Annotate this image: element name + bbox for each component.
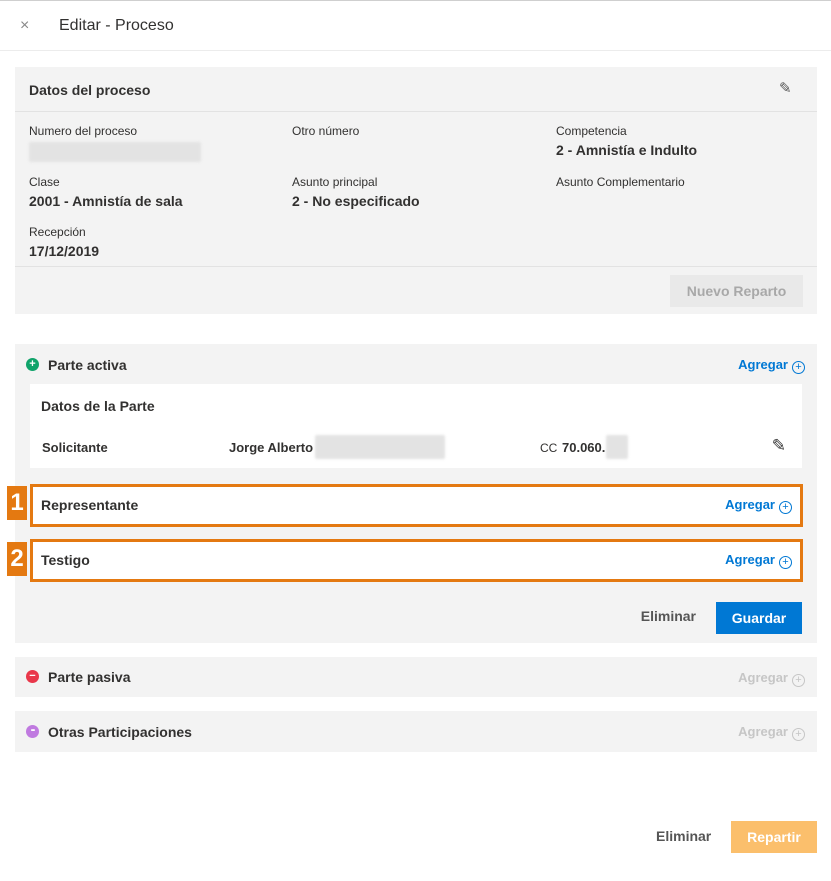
doc-number-redacted — [606, 435, 628, 459]
parte-pasiva-title: Parte pasiva — [48, 669, 131, 685]
otras-participaciones-title: Otras Participaciones — [48, 724, 192, 740]
close-icon[interactable]: × — [20, 15, 38, 37]
clase-value: 2001 - Amnistía de sala — [29, 193, 183, 209]
agregar-parte-pasiva-button[interactable]: Agregar + — [738, 670, 805, 687]
recepcion-label: Recepción — [29, 225, 86, 239]
dialog-header: × Editar - Proceso — [0, 0, 831, 51]
doc-type: CC — [540, 441, 558, 455]
edit-pencil-icon[interactable]: ✎ — [779, 79, 797, 97]
parte-nombre: Jorge Alberto — [229, 440, 314, 455]
testigo-label: Testigo — [41, 552, 90, 568]
eliminar-parte-button[interactable]: Eliminar — [641, 608, 696, 624]
clase-field: Clase 2001 - Amnistía de sala — [29, 175, 183, 209]
dialog-title: Editar - Proceso — [59, 17, 174, 34]
minus-circle-icon: − — [26, 670, 39, 683]
clase-label: Clase — [29, 175, 60, 189]
agregar-otras-button[interactable]: Agregar + — [738, 724, 805, 741]
numero-proceso-redacted — [29, 142, 201, 162]
testigo-row: Testigo Agregar + — [30, 539, 803, 582]
datos-proceso-title: Datos del proceso — [29, 82, 151, 98]
datos-parte-card: Datos de la Parte Solicitante Jorge Albe… — [30, 384, 802, 468]
competencia-label: Competencia — [556, 124, 627, 138]
recepcion-value: 17/12/2019 — [29, 243, 100, 259]
annotation-badge-1: 1 — [7, 486, 27, 520]
guardar-button[interactable]: Guardar — [716, 602, 802, 634]
add-circle-icon: + — [792, 361, 805, 374]
more-circle-icon: ••• — [26, 725, 39, 738]
asunto-principal-value: 2 - No especificado — [292, 193, 420, 209]
competencia-value: 2 - Amnistía e Indulto — [556, 142, 698, 158]
asunto-principal-label: Asunto principal — [292, 175, 378, 189]
datos-proceso-grid: Numero del proceso Otro número Competenc… — [15, 112, 817, 267]
add-circle-icon: + — [792, 674, 805, 687]
otras-participaciones-panel[interactable]: ••• Otras Participaciones Agregar + — [15, 711, 817, 752]
agregar-representante-button[interactable]: Agregar + — [725, 497, 792, 514]
asunto-principal-field: Asunto principal 2 - No especificado — [292, 175, 420, 209]
annotation-badge-2: 2 — [7, 542, 27, 576]
agregar-label: Agregar — [725, 497, 775, 512]
agregar-parte-activa-button[interactable]: Agregar + — [738, 357, 805, 374]
recepcion-field: Recepción 17/12/2019 — [29, 225, 99, 259]
representante-row: Representante Agregar + — [30, 484, 803, 527]
eliminar-button[interactable]: Eliminar — [656, 828, 711, 844]
parte-pasiva-header: − Parte pasiva Agregar + — [15, 657, 817, 697]
parte-activa-title: Parte activa — [48, 357, 127, 373]
competencia-field: Competencia 2 - Amnistía e Indulto — [556, 124, 697, 158]
otras-participaciones-header: ••• Otras Participaciones Agregar + — [15, 711, 817, 751]
parte-activa-header: + Parte activa Agregar + — [15, 344, 817, 384]
repartir-button[interactable]: Repartir — [731, 821, 817, 853]
parte-nombre-redacted — [315, 435, 445, 459]
nuevo-reparto-button[interactable]: Nuevo Reparto — [670, 275, 803, 307]
parte-activa-panel: + Parte activa Agregar + Datos de la Part… — [7, 344, 817, 643]
parte-pasiva-panel[interactable]: − Parte pasiva Agregar + — [15, 657, 817, 697]
asunto-complementario-label: Asunto Complementario — [556, 175, 685, 189]
otro-numero-label: Otro número — [292, 124, 360, 138]
datos-proceso-header: Datos del proceso ✎ — [15, 67, 817, 112]
datos-proceso-panel: Datos del proceso ✎ Numero del proceso O… — [15, 67, 817, 314]
add-circle-icon: + — [779, 556, 792, 569]
agregar-label: Agregar — [738, 724, 788, 739]
edit-parte-pencil-icon[interactable]: ✎ — [772, 436, 786, 456]
parte-rol: Solicitante — [42, 440, 108, 455]
datos-parte-title: Datos de la Parte — [41, 398, 155, 414]
agregar-label: Agregar — [725, 552, 775, 567]
agregar-label: Agregar — [738, 357, 788, 372]
plus-circle-icon: + — [26, 358, 39, 371]
agregar-label: Agregar — [738, 670, 788, 685]
otro-numero-field: Otro número — [292, 124, 359, 138]
asunto-complementario-field: Asunto Complementario — [556, 175, 685, 189]
add-circle-icon: + — [792, 728, 805, 741]
representante-label: Representante — [41, 497, 139, 513]
agregar-testigo-button[interactable]: Agregar + — [725, 552, 792, 569]
add-circle-icon: + — [779, 501, 792, 514]
numero-proceso-label: Numero del proceso — [29, 124, 138, 138]
doc-number: 70.060. — [562, 440, 606, 455]
numero-proceso-field: Numero del proceso — [29, 124, 201, 167]
